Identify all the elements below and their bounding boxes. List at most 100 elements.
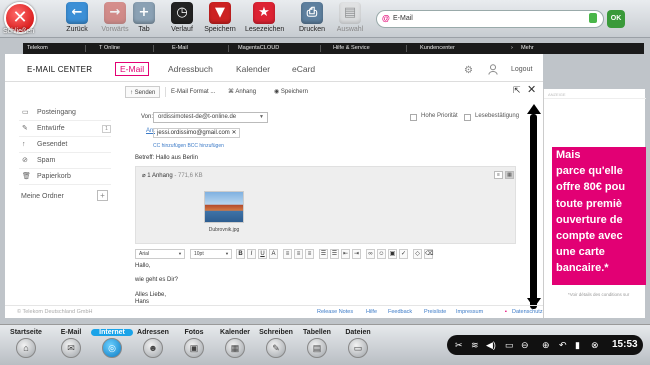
- trash-icon[interactable]: ▮: [575, 335, 580, 355]
- undo-icon[interactable]: ↶: [559, 335, 567, 355]
- emoji-button[interactable]: ☺: [377, 249, 386, 259]
- align-left-button[interactable]: ≡: [283, 249, 292, 259]
- print-icon: ⎙: [301, 2, 323, 24]
- url-text: E-Mail: [393, 15, 413, 22]
- footer-impressum[interactable]: Impressum: [456, 309, 483, 315]
- add-folder-button[interactable]: +: [97, 190, 108, 201]
- taskbar-adressen[interactable]: Adressen ☻: [132, 329, 174, 358]
- back-button[interactable]: ← Zurück: [58, 2, 96, 36]
- new-tab-button[interactable]: + Tab: [125, 2, 163, 36]
- italic-button[interactable]: I: [247, 249, 256, 259]
- tab-ecard[interactable]: eCard: [292, 64, 315, 74]
- nav-email[interactable]: E-Mail: [172, 43, 188, 54]
- bold-button[interactable]: B: [236, 249, 245, 259]
- logout-link[interactable]: Logout: [511, 66, 532, 73]
- scrollbar[interactable]: [530, 114, 537, 309]
- taskbar-schreiben[interactable]: Schreiben ✎: [255, 329, 297, 358]
- battery-icon[interactable]: ▭: [505, 335, 514, 355]
- outdent-button[interactable]: ⇤: [341, 249, 350, 259]
- history-button[interactable]: ◷ Verlauf: [163, 2, 201, 36]
- volume-icon[interactable]: ◀): [486, 335, 496, 355]
- body-line-1: Hallo,: [135, 263, 151, 269]
- signature-button[interactable]: ✓: [399, 249, 408, 259]
- nav-hilfe-service[interactable]: Hilfe & Service: [333, 43, 370, 54]
- zoom-out-icon[interactable]: ⊖: [521, 335, 529, 355]
- paperclip-icon: ⌀: [142, 173, 146, 179]
- ad-divider: [544, 98, 646, 99]
- footer-hilfe[interactable]: Hilfe: [366, 309, 377, 315]
- send-button[interactable]: ↑ Senden: [125, 86, 161, 98]
- link-button[interactable]: ∞: [366, 249, 375, 259]
- sidebar-item-entwuerfe[interactable]: ✎ Entwürfe 1: [19, 121, 111, 137]
- tab-adressbuch[interactable]: Adressbuch: [168, 64, 213, 74]
- text-color-button[interactable]: A: [269, 249, 278, 259]
- save-draft-button[interactable]: ◉ Speichern: [274, 86, 308, 98]
- taskbar-tabellen[interactable]: Tabellen ▤: [296, 329, 338, 358]
- taskbar-email[interactable]: E-Mail ✉: [50, 329, 92, 358]
- print-button[interactable]: ⎙ Drucken: [293, 2, 331, 36]
- ad-panel[interactable]: ANZEIGE Mais parce qu'elle offre 80€ pou…: [543, 89, 646, 318]
- sidebar-item-posteingang[interactable]: ▭ Posteingang: [19, 105, 111, 121]
- nav-t-online[interactable]: T Online: [99, 43, 120, 54]
- nav-telekom[interactable]: Telekom: [27, 43, 48, 54]
- footer-preisliste[interactable]: Preisliste: [424, 309, 446, 315]
- ok-button[interactable]: OK: [607, 10, 625, 28]
- indent-button[interactable]: ⇥: [352, 249, 361, 259]
- bullet-list-button[interactable]: ☰: [319, 249, 328, 259]
- forward-arrow-icon: →: [104, 2, 126, 24]
- nav-kundencenter[interactable]: Kundencenter: [420, 43, 455, 54]
- taskbar-kalender[interactable]: Kalender ▦: [214, 329, 256, 358]
- taskbar-startseite[interactable]: Startseite ⌂: [5, 329, 47, 358]
- email-format-button[interactable]: E-Mail Format ...: [171, 86, 215, 98]
- bookmarks-button[interactable]: ★ Lesezeichen: [245, 2, 284, 36]
- sidebar-item-gesendet[interactable]: ↑ Gesendet: [19, 137, 111, 153]
- align-right-button[interactable]: ≡: [305, 249, 314, 259]
- from-select[interactable]: ordissimotest-de@t-online.de ▼: [153, 112, 268, 123]
- list-view-icon[interactable]: ≡: [494, 171, 503, 179]
- align-center-button[interactable]: ≡: [294, 249, 303, 259]
- taskbar-internet[interactable]: Internet ◎: [91, 329, 133, 358]
- clear-format-button[interactable]: ⌫: [424, 249, 433, 259]
- wifi-icon[interactable]: ≋: [471, 335, 479, 355]
- scroll-down-arrow[interactable]: [527, 298, 541, 308]
- taskbar-dateien[interactable]: Dateien ▭: [337, 329, 379, 358]
- sidebar-item-papierkorb[interactable]: 🗑 Papierkorb: [19, 169, 111, 185]
- sidebar-item-spam[interactable]: ⊘ Spam: [19, 153, 111, 169]
- browser-toolbar: ✕ Schließen ← Zurück → Vorwärts + Tab ◷ …: [0, 0, 650, 38]
- cc-bcc-link[interactable]: CC hinzufügen BCC hinzufügen: [153, 143, 224, 149]
- subject-field[interactable]: Betreff: Hallo aus Berlin: [135, 155, 198, 161]
- underline-button[interactable]: U: [258, 249, 267, 259]
- nav-mehr[interactable]: Mehr: [521, 43, 534, 54]
- gear-icon[interactable]: ⚙: [464, 65, 473, 76]
- attach-button[interactable]: ⌘ Anhang: [228, 86, 256, 98]
- priority-checkbox[interactable]: [410, 114, 417, 121]
- taskbar-fotos[interactable]: Fotos ▣: [173, 329, 215, 358]
- tools-icon[interactable]: ✂: [455, 335, 463, 355]
- scroll-up-arrow[interactable]: [527, 104, 541, 114]
- popout-icon[interactable]: ⇱: [513, 85, 521, 96]
- user-icon[interactable]: [488, 64, 498, 75]
- font-size-select[interactable]: 10pt ▼: [190, 249, 232, 259]
- footer-feedback[interactable]: Feedback: [388, 309, 412, 315]
- remove-recipient-icon[interactable]: ✕: [231, 130, 236, 136]
- tab-kalender[interactable]: Kalender: [236, 64, 270, 74]
- nav-magentacloud[interactable]: MagentaCLOUD: [238, 43, 279, 54]
- recipient-chip[interactable]: jessi.ordissimo@gmail.com ✕: [153, 128, 241, 138]
- image-button[interactable]: ▣: [388, 249, 397, 259]
- selection-button[interactable]: ▤ Auswahl: [331, 2, 369, 36]
- url-input[interactable]: @ E-Mail: [376, 10, 604, 28]
- save-page-button[interactable]: ▼ Speichern: [201, 2, 239, 36]
- footer-release-notes[interactable]: Release Notes: [317, 309, 353, 315]
- attachment-thumbnail[interactable]: [204, 191, 244, 223]
- html-button[interactable]: ◇: [413, 249, 422, 259]
- close-compose-icon[interactable]: ✕: [527, 83, 536, 96]
- receipt-checkbox[interactable]: [464, 114, 471, 121]
- numbered-list-button[interactable]: ☰: [330, 249, 339, 259]
- grid-view-icon[interactable]: ▦: [505, 171, 514, 179]
- help-icon[interactable]: ⊗: [591, 335, 599, 355]
- footer-datenschutz[interactable]: Datenschutz: [512, 309, 543, 315]
- font-select[interactable]: Arial ▼: [135, 249, 185, 259]
- body-line-2: wie geht es Dir?: [135, 277, 179, 283]
- tab-email[interactable]: E-Mail: [115, 62, 150, 76]
- zoom-in-icon[interactable]: ⊕: [542, 335, 550, 355]
